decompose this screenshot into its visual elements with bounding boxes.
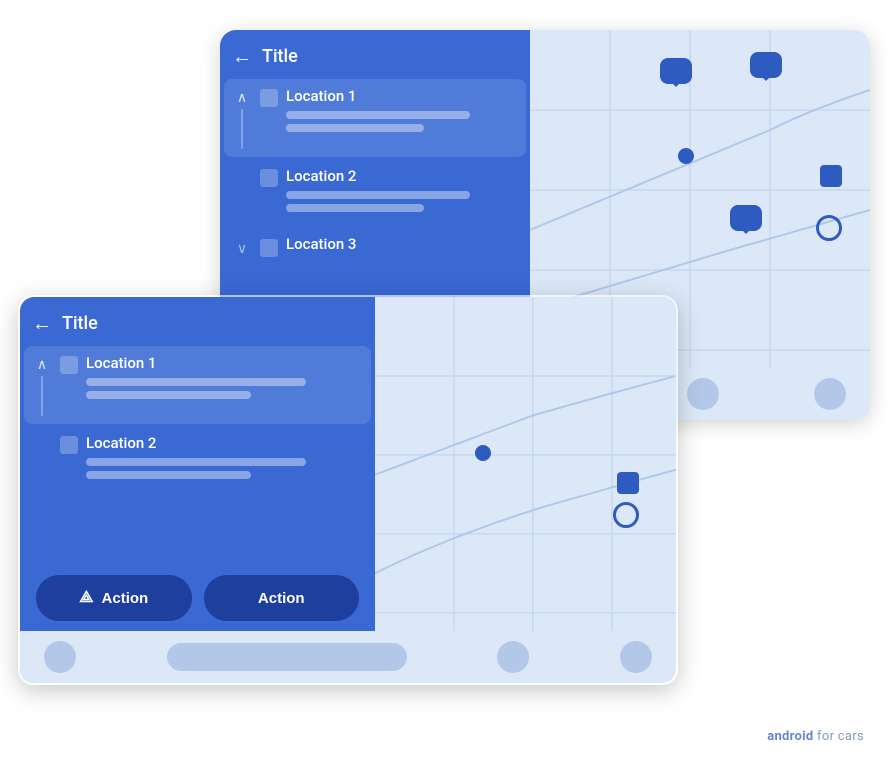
bottom-circle-right2 [620,641,652,673]
map-pin-square [820,165,842,187]
item-bar [286,191,470,199]
list-item[interactable]: ∨ Location 3 [224,227,526,267]
expand-col [232,167,252,171]
back-arrow-icon[interactable]: ← [232,44,252,69]
item-title: Location 3 [286,235,516,253]
map-bubble-2 [750,52,782,78]
front-bottom-bar [20,631,676,683]
item-checkbox[interactable] [260,89,278,107]
item-bar [86,391,251,399]
brand-label: android for cars [767,729,864,744]
brand-strong: android [767,729,813,744]
front-panel-left: ← Title ∧ Location 1 [20,297,375,683]
list-item[interactable]: Location 2 [224,159,526,225]
front-map-circle [613,502,639,528]
item-content: Location 2 [286,167,516,217]
chevron-up-icon: ∧ [37,358,47,372]
front-title: Title [62,313,98,334]
list-item[interactable]: Location 2 [24,426,371,492]
bottom-circle-right [687,378,719,410]
front-map [375,297,676,683]
map-bubble-3 [730,205,762,231]
item-bar [286,111,470,119]
map-bubble-1 [660,58,692,84]
item-bar [86,471,251,479]
list-item[interactable]: ∧ Location 1 [24,346,371,424]
back-title: Title [262,46,298,67]
item-checkbox[interactable] [260,169,278,187]
item-title: Location 2 [86,434,361,452]
expand-col [32,434,52,438]
map-circle-outline [816,215,842,241]
item-checkbox[interactable] [60,356,78,374]
item-bar [86,378,306,386]
action-button-2[interactable]: Action [204,575,360,621]
item-content: Location 1 [286,87,516,137]
front-map-dot [475,445,491,461]
item-bar [286,204,424,212]
item-content: Location 2 [86,434,361,484]
chevron-down-icon: ∨ [237,242,247,256]
item-bar [286,124,424,132]
front-header: ← Title [20,297,375,346]
expand-col: ∨ [232,238,252,256]
item-bar [86,458,306,466]
action-button-1[interactable]: ⟁ Action [36,575,192,621]
front-back-arrow-icon[interactable]: ← [32,311,52,336]
expand-col: ∧ [232,87,252,149]
action2-label: Action [258,590,305,607]
navigation-icon: ⟁ [79,589,93,607]
bottom-circle-right [497,641,529,673]
item-title: Location 1 [286,87,516,105]
item-content: Location 1 [86,354,361,404]
action1-label: Action [102,590,149,607]
front-card: ← Title ∧ Location 1 [18,295,678,685]
chevron-up-icon: ∧ [237,91,247,105]
action-buttons: ⟁ Action Action [20,565,375,631]
expand-col: ∧ [32,354,52,416]
bottom-circle-right2 [814,378,846,410]
bottom-pill [167,643,407,671]
item-checkbox[interactable] [60,436,78,454]
front-map-square [617,472,639,494]
bottom-circle-left [44,641,76,673]
list-item[interactable]: ∧ Location 1 [224,79,526,157]
item-checkbox[interactable] [260,239,278,257]
brand-rest: for cars [814,729,864,744]
item-title: Location 1 [86,354,361,372]
item-content: Location 3 [286,235,516,259]
map-dot [678,148,694,164]
item-title: Location 2 [286,167,516,185]
back-header: ← Title [220,30,530,79]
